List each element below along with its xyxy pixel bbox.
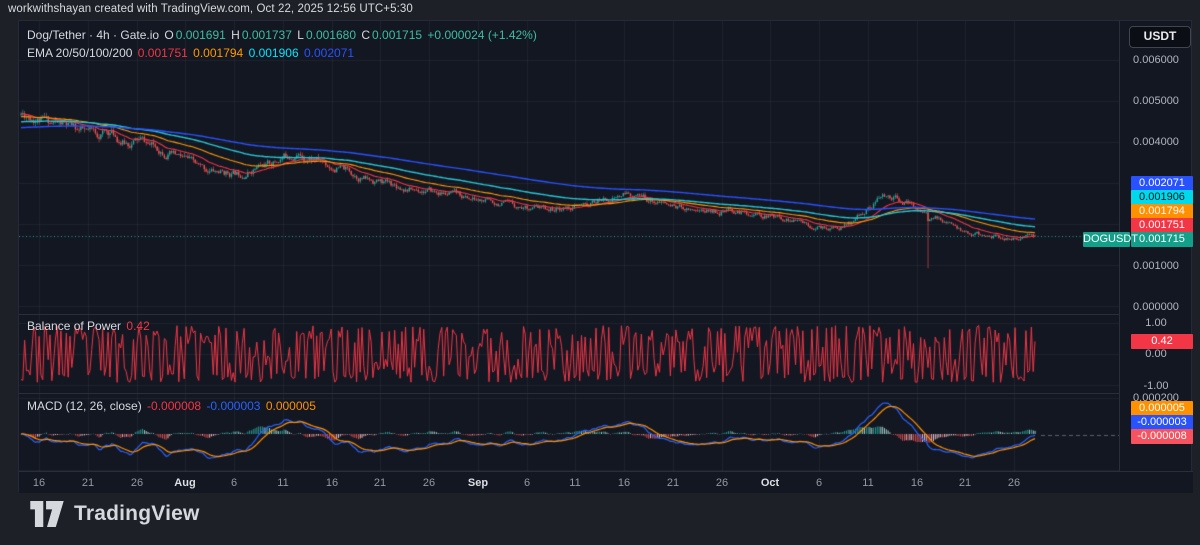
time-axis[interactable]: 16 21 26 Aug 6 11 16 21 26 Sep 6 11 16 21 26 Oct 6 11 16 21… [19,471,1193,493]
time-tick-label: 26 [715,477,729,489]
time-tick-label: 11 [569,477,581,489]
time-tick-label: 11 [862,477,874,489]
last-price-badge: 0.001715 [1131,232,1193,247]
time-tick-label: Sep [467,477,489,489]
pane-separator[interactable] [19,314,1119,315]
tradingview-logo[interactable]: TradingView [30,501,200,527]
macd-line-value: -0.000003 [206,399,261,413]
scale-label: -1.00 [1143,380,1169,392]
attribution-text: workwithshayan created with TradingView.… [8,3,413,15]
currency-toggle-button[interactable]: USDT [1129,26,1191,48]
ema100-value: 0.001906 [248,46,299,60]
open-value: 0.001691 [175,28,226,42]
time-tick-label: 16 [32,477,46,489]
low-value: 0.001680 [305,28,356,42]
tradingview-logo-text: TradingView [74,502,200,525]
scale-label: 1.00 [1145,317,1167,329]
time-tick-label: 6 [523,477,531,489]
time-tick-label: 6 [230,477,238,489]
time-tick-label: 16 [910,477,924,489]
price-chart-canvas[interactable] [19,21,1119,314]
time-tick-label: 21 [373,477,387,489]
macd-signal-badge: 0.000005 [1131,401,1193,416]
bop-legend-row: Balance of Power 0.42 [27,319,152,333]
time-tick-label: 16 [617,477,631,489]
macd-line-badge: -0.000003 [1131,415,1193,430]
ema50-value: 0.001794 [193,46,244,60]
close-value: 0.001715 [372,28,423,42]
scale-label: 0.001000 [1133,260,1179,272]
macd-signal-value: 0.000005 [265,399,316,413]
close-label: C [361,28,371,42]
ema100-badge: 0.001906 [1131,190,1193,205]
time-tick-label: Aug [174,477,196,489]
time-tick-label: Oct [760,477,780,489]
time-tick-label: 21 [81,477,95,489]
scale-label: 0.005000 [1133,95,1179,107]
tradingview-screenshot: workwithshayan created with TradingView.… [0,0,1200,545]
ema200-value: 0.002071 [303,46,355,60]
macd-title[interactable]: MACD (12, 26, close) [27,399,142,413]
macd-legend-row: MACD (12, 26, close) -0.000008 -0.000003… [27,399,318,413]
ema200-badge: 0.002071 [1131,176,1193,191]
scale-label: 0.00 [1145,348,1167,360]
ema50-badge: 0.001794 [1131,204,1193,219]
chart-widget[interactable]: Dog/Tether · 4h · Gate.io O 0.001691 H 0.0… [18,20,1193,493]
balance-of-power-canvas[interactable] [19,314,1119,393]
time-tick-label: 6 [815,477,823,489]
ema20-value: 0.001751 [137,46,188,60]
bop-title[interactable]: Balance of Power [27,319,121,333]
tradingview-logo-icon [30,501,64,527]
time-tick-label: 26 [422,477,436,489]
high-value: 0.001737 [241,28,292,42]
bop-value-badge: 0.42 [1131,334,1193,349]
ema20-badge: 0.001751 [1131,218,1193,233]
bop-value: 0.42 [126,319,150,333]
high-label: H [231,28,240,42]
symbol-title[interactable]: Dog/Tether · 4h · Gate.io [27,28,159,42]
time-tick-label: 26 [1007,477,1021,489]
macd-histogram-value: -0.000008 [147,399,202,413]
change-value: +0.000024 (+1.42%) [427,28,537,42]
attribution-bar: workwithshayan created with TradingView.… [0,0,1200,20]
time-tick-label: 21 [666,477,680,489]
footer-bar: TradingView [0,492,1200,545]
ema-legend-row: EMA 20/50/100/200 0.001751 0.001794 0.00… [27,46,356,60]
scale-label: 0.000000 [1133,301,1179,313]
time-tick-label: 21 [958,477,972,489]
scale-label: 0.006000 [1133,54,1179,66]
macd-histogram-badge: -0.000008 [1131,429,1193,444]
low-label: L [297,28,304,42]
scale-label: 0.004000 [1133,136,1179,148]
time-tick-label: 11 [277,477,289,489]
ema-title[interactable]: EMA 20/50/100/200 [27,46,132,60]
pane-separator[interactable] [19,393,1119,394]
symbol-legend-row: Dog/Tether · 4h · Gate.io O 0.001691 H 0.0… [27,28,539,42]
time-tick-label: 26 [130,477,144,489]
time-tick-label: 16 [325,477,339,489]
open-label: O [164,28,174,42]
symbol-price-chip: DOGUSDT [1083,232,1138,247]
